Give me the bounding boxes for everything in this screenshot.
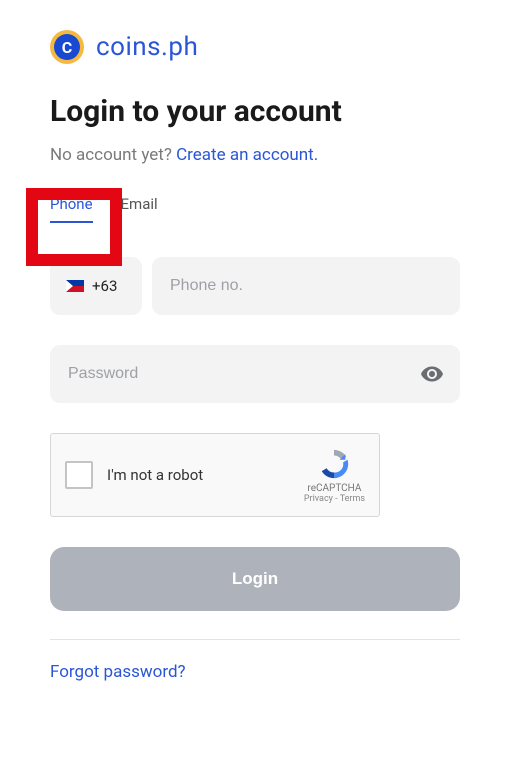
phone-row: +63 (50, 257, 460, 315)
brand-badge-inner: C (54, 34, 80, 60)
phone-number-input[interactable] (152, 257, 460, 315)
brand-name: coins.ph (96, 32, 198, 62)
recaptcha-terms-link[interactable]: Terms (340, 494, 365, 504)
divider (50, 639, 460, 640)
recaptcha-checkbox[interactable] (65, 461, 93, 489)
eye-icon[interactable] (420, 362, 444, 386)
brand-logo-row: C coins.ph (50, 30, 460, 64)
country-code-label: +63 (92, 277, 117, 295)
recaptcha-logo-icon (317, 447, 351, 481)
flag-ph-icon (66, 280, 84, 292)
recaptcha-link-separator: - (333, 494, 340, 504)
create-account-link[interactable]: Create an account. (176, 145, 318, 165)
recaptcha-links: Privacy - Terms (304, 494, 365, 504)
no-account-line: No account yet? Create an account. (50, 145, 460, 165)
password-input[interactable] (68, 345, 420, 403)
recaptcha-brand: reCAPTCHA (307, 483, 361, 494)
tab-phone[interactable]: Phone (50, 195, 93, 223)
recaptcha-widget: I'm not a robot reCAPTCHA Privacy - Term… (50, 433, 380, 517)
auth-tabs: Phone Email (50, 195, 460, 223)
no-account-prefix: No account yet? (50, 145, 176, 165)
brand-badge: C (50, 30, 84, 64)
recaptcha-left: I'm not a robot (65, 461, 203, 489)
page-title: Login to your account (50, 94, 460, 129)
brand-glyph: C (62, 38, 72, 57)
recaptcha-privacy-link[interactable]: Privacy (304, 494, 333, 504)
login-button[interactable]: Login (50, 547, 460, 611)
recaptcha-right: reCAPTCHA Privacy - Terms (304, 447, 365, 504)
password-field-wrap (50, 345, 460, 403)
tab-email[interactable]: Email (121, 195, 158, 223)
forgot-password-link[interactable]: Forgot password? (50, 662, 186, 682)
country-code-select[interactable]: +63 (50, 257, 142, 315)
recaptcha-label: I'm not a robot (107, 466, 203, 484)
